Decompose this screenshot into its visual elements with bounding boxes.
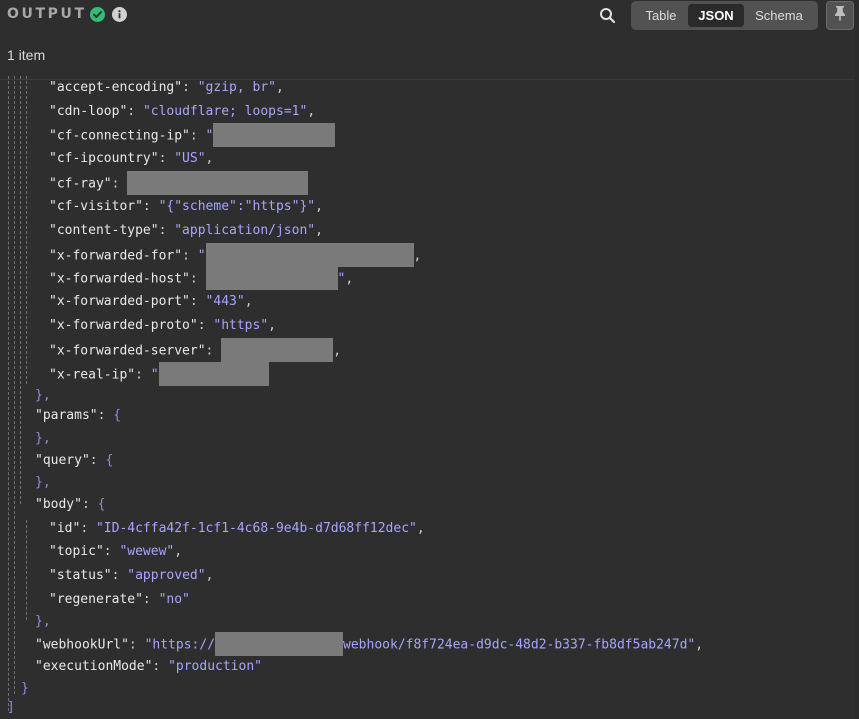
json-line-x-real-ip: "x-real-ip": ": [49, 362, 269, 386]
redacted-value: [127, 171, 309, 195]
json-line-topic: "topic": "wewew",: [49, 544, 183, 559]
indent-guide: [26, 520, 27, 620]
output-panel-header: OUTPUT Table JSON Schema: [0, 0, 859, 31]
json-line-x-forwarded-host: "x-forwarded-host": ",: [49, 266, 353, 290]
item-count: 1 item: [7, 47, 46, 63]
info-icon[interactable]: [112, 7, 127, 22]
json-line-x-forwarded-for: "x-forwarded-for": ",: [49, 243, 421, 267]
check-circle-icon: [90, 7, 105, 22]
json-line-content-type: "content-type": "application/json",: [49, 223, 323, 238]
json-params-close: },: [35, 431, 51, 446]
indent-guide: [20, 76, 21, 504]
search-icon[interactable]: [599, 7, 616, 24]
redacted-value: [205, 243, 414, 267]
json-headers-close: },: [35, 388, 51, 403]
json-line-query: "query": {: [35, 453, 114, 468]
json-object-close: }: [21, 681, 29, 696]
indent-guide: [14, 76, 15, 694]
redacted-value: [205, 266, 338, 290]
redacted-value: [221, 338, 334, 362]
pin-icon: [833, 5, 847, 26]
view-mode-toggle: Table JSON Schema: [631, 1, 818, 30]
json-line-cf-visitor: "cf-visitor": "{"scheme":"https"}",: [49, 199, 323, 214]
json-viewer[interactable]: "accept-encoding": "gzip, br", "cdn-loop…: [0, 76, 859, 719]
scrollbar-track[interactable]: [855, 0, 859, 719]
tab-table[interactable]: Table: [634, 4, 688, 27]
json-line-cdn-loop: "cdn-loop": "cloudflare; loops=1",: [49, 104, 316, 119]
json-line-status: "status": "approved",: [49, 568, 214, 583]
json-line-x-forwarded-server: "x-forwarded-server": ,: [49, 338, 341, 362]
json-line-regenerate: "regenerate": "no": [49, 592, 190, 607]
json-line-webhook-url: "webhookUrl": "https://webhook/f8f724ea-…: [35, 632, 703, 656]
json-line-cf-connecting-ip: "cf-connecting-ip": ": [49, 123, 336, 147]
redacted-value: [213, 123, 336, 147]
indent-guide: [8, 76, 9, 711]
json-body-close: },: [35, 614, 51, 629]
json-line-params: "params": {: [35, 408, 122, 423]
json-array-close: ]: [7, 700, 15, 715]
tab-schema[interactable]: Schema: [744, 4, 814, 27]
indent-guide: [26, 76, 27, 384]
pin-button[interactable]: [826, 1, 854, 30]
json-line-execution-mode: "executionMode": "production": [35, 659, 262, 674]
json-line-accept-encoding: "accept-encoding": "gzip, br",: [49, 80, 284, 95]
tab-json[interactable]: JSON: [688, 4, 744, 27]
json-line-cf-ipcountry: "cf-ipcountry": "US",: [49, 151, 214, 166]
json-line-x-forwarded-port: "x-forwarded-port": "443",: [49, 294, 253, 309]
json-line-x-forwarded-proto: "x-forwarded-proto": "https",: [49, 318, 276, 333]
json-line-body: "body": {: [35, 497, 106, 512]
panel-title: OUTPUT: [7, 6, 87, 22]
json-line-id: "id": "ID-4cffa42f-1cf1-4c68-9e4b-d7d68f…: [49, 521, 425, 536]
json-query-close: },: [35, 475, 51, 490]
json-line-cf-ray: "cf-ray":: [49, 171, 309, 195]
redacted-value: [158, 362, 269, 386]
redacted-value: [215, 632, 344, 656]
